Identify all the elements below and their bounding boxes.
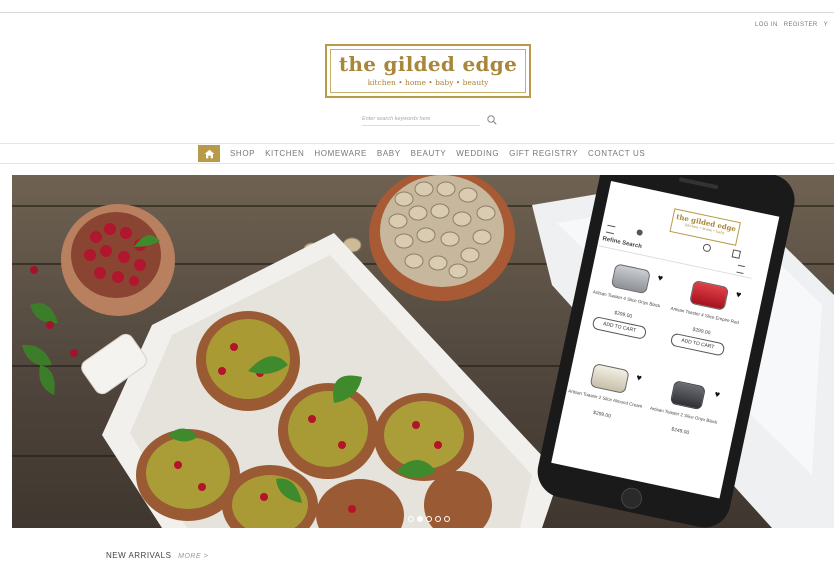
phone-user-icon[interactable] [636,228,644,237]
favorite-heart-icon[interactable]: ♥ [714,389,721,400]
site-logo[interactable]: the gilded edge kitchen • home • baby • … [325,44,531,98]
nav-item-gift-registry[interactable]: GIFT REGISTRY [509,149,578,158]
utility-links: LOG IN REGISTER Y [755,22,828,28]
nav-home-button[interactable] [198,145,220,162]
nav-divider-bottom [0,163,834,164]
phone-logo: the gilded edge kitchen • home • baby [669,208,741,246]
carousel-dot[interactable] [435,516,441,522]
product-price: $299.00 [592,409,612,420]
register-link[interactable]: REGISTER [784,22,818,28]
carousel-dot[interactable] [444,516,450,522]
new-arrivals-title: NEW ARRIVALS [106,551,172,560]
toaster-image [669,380,707,411]
toaster-image [689,279,730,311]
phone-menu-icon[interactable] [605,224,616,235]
nav-item-kitchen[interactable]: KITCHEN [265,149,304,158]
carousel-dots [408,516,450,522]
toaster-image [610,263,651,295]
hero-banner[interactable]: the gilded edge kitchen • home • baby Re… [12,175,834,528]
phone-filter-icon[interactable] [736,264,745,275]
search-icon[interactable] [486,114,498,126]
phone-product-card[interactable]: ♥ Artisan Toaster 4 Slice Onyx Black $29… [577,253,671,363]
search-bar [362,113,498,127]
nav-item-beauty[interactable]: BEAUTY [411,149,447,158]
main-nav: SHOP KITCHEN HOMEWARE BABY BEAUTY WEDDIN… [198,145,650,162]
product-price: $249.00 [670,426,690,437]
logo-inner-border [330,49,526,93]
nav-item-shop[interactable]: SHOP [230,149,255,158]
nav-divider-top [0,143,834,144]
favorite-heart-icon[interactable]: ♥ [735,289,742,300]
phone-product-card[interactable]: ♥ Artisan Toaster 2 Slice Onyx Black $24… [635,370,729,480]
nav-item-homeware[interactable]: HOMEWARE [314,149,367,158]
new-arrivals-heading: NEW ARRIVALS MORE > [106,551,208,560]
carousel-dot-active[interactable] [417,516,423,522]
phone-search-icon[interactable] [702,243,712,253]
more-link[interactable]: MORE > [178,553,208,560]
nav-item-contact-us[interactable]: CONTACT US [588,149,645,158]
carousel-dot[interactable] [408,516,414,522]
phone-product-card[interactable]: ♥ Artisan Toaster 4 Slice Empire Red $29… [656,270,750,380]
phone-product-card[interactable]: ♥ Artisan Toaster 2 Slice Almond Cream $… [556,353,650,463]
nav-item-baby[interactable]: BABY [377,149,401,158]
nav-item-wedding[interactable]: WEDDING [456,149,499,158]
top-divider [0,12,834,13]
toaster-image [589,363,630,394]
login-link[interactable]: LOG IN [755,22,778,28]
home-icon [204,149,214,158]
favorite-heart-icon[interactable]: ♥ [657,272,664,283]
favorite-heart-icon[interactable]: ♥ [635,372,642,383]
phone-cart-icon[interactable] [731,249,742,259]
cart-icon[interactable]: Y [824,22,828,28]
carousel-dot[interactable] [426,516,432,522]
search-input[interactable] [362,113,480,126]
